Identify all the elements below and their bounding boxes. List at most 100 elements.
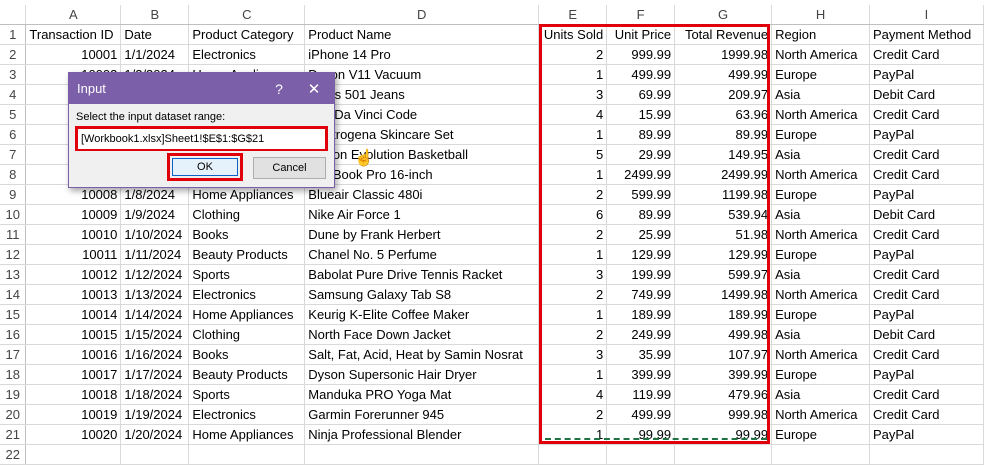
cell[interactable]: 1199.98 [674,184,773,205]
cell[interactable]: Manduka PRO Yoga Mat [304,384,540,405]
row-number[interactable]: 21 [0,424,27,445]
cell[interactable]: Asia [771,204,870,225]
cell[interactable]: Europe [771,424,870,445]
cell[interactable]: 89.99 [674,124,773,145]
row-number[interactable]: 22 [0,444,27,465]
cell[interactable]: 1499.98 [674,284,773,305]
cell[interactable]: PayPal [869,364,984,385]
cell[interactable]: PayPal [869,124,984,145]
cell[interactable]: 1/9/2024 [120,204,190,225]
cell[interactable]: Asia [771,324,870,345]
row-number[interactable]: 18 [0,364,27,385]
cell[interactable]: 107.97 [674,344,773,365]
cell[interactable]: 1/13/2024 [120,284,190,305]
cell[interactable]: 25.99 [606,224,676,245]
cell[interactable]: 10010 [25,224,122,245]
row-number[interactable]: 7 [0,144,27,165]
cell[interactable]: 10020 [25,424,122,445]
cell[interactable]: 10013 [25,284,122,305]
column-header-g[interactable]: G [674,5,773,25]
cell[interactable]: 499.98 [674,324,773,345]
cell[interactable]: Credit Card [869,104,984,125]
cell[interactable]: Credit Card [869,264,984,285]
cell[interactable]: PayPal [869,424,984,445]
row-number[interactable]: 2 [0,44,27,65]
cell[interactable] [674,444,773,465]
cell[interactable]: Credit Card [869,284,984,305]
cell[interactable]: 149.95 [674,144,773,165]
cell[interactable]: 1 [538,244,608,265]
cell[interactable]: Credit Card [869,404,984,425]
cell[interactable]: 599.97 [674,264,773,285]
cell[interactable]: 209.97 [674,84,773,105]
column-header-e[interactable]: E [538,5,608,25]
cell[interactable]: 479.96 [674,384,773,405]
cell[interactable]: Books [188,224,306,245]
cell[interactable]: Electronics [188,284,306,305]
cancel-button[interactable]: Cancel [253,157,326,179]
cell[interactable]: 1 [538,364,608,385]
cell[interactable]: 399.99 [606,364,676,385]
cell[interactable]: 1 [538,304,608,325]
cell[interactable]: PayPal [869,184,984,205]
cell[interactable]: 1 [538,64,608,85]
cell[interactable]: 1/11/2024 [120,244,190,265]
cell[interactable]: Samsung Galaxy Tab S8 [304,284,540,305]
cell[interactable]: 1999.98 [674,44,773,65]
row-number[interactable]: 15 [0,304,27,325]
cell[interactable]: Debit Card [869,204,984,225]
row-number[interactable]: 12 [0,244,27,265]
row-number[interactable]: 16 [0,324,27,345]
column-header-f[interactable]: F [606,5,676,25]
row-number[interactable]: 6 [0,124,27,145]
cell[interactable]: 3 [538,344,608,365]
cell[interactable]: Salt, Fat, Acid, Heat by Samin Nosrat [304,344,540,365]
cell[interactable]: North America [771,284,870,305]
cell[interactable]: Clothing [188,204,306,225]
cell[interactable]: The Da Vinci Code [304,104,540,125]
cell[interactable]: Neutrogena Skincare Set [304,124,540,145]
cell[interactable]: 189.99 [606,304,676,325]
cell[interactable] [771,444,870,465]
cell[interactable]: iPhone 14 Pro [304,44,540,65]
cell[interactable]: Electronics [188,404,306,425]
cell[interactable]: PayPal [869,64,984,85]
cell[interactable]: 10012 [25,264,122,285]
cell[interactable]: 1 [538,424,608,445]
cell[interactable]: 5 [538,144,608,165]
row-number[interactable]: 3 [0,64,27,85]
cell[interactable]: 2 [538,44,608,65]
cell[interactable]: 129.99 [606,244,676,265]
cell[interactable]: 1/17/2024 [120,364,190,385]
cell[interactable] [869,444,984,465]
cell[interactable]: Product Name [304,24,540,45]
cell[interactable] [538,444,608,465]
cell[interactable]: 10014 [25,304,122,325]
cell[interactable]: North Face Down Jacket [304,324,540,345]
column-header-b[interactable]: B [120,5,190,25]
cell[interactable]: 4 [538,104,608,125]
cell[interactable]: 129.99 [674,244,773,265]
cell[interactable]: 4 [538,384,608,405]
cell[interactable]: Europe [771,64,870,85]
cell[interactable]: 119.99 [606,384,676,405]
cell[interactable] [120,444,190,465]
row-number[interactable]: 11 [0,224,27,245]
cell[interactable]: Asia [771,384,870,405]
cell[interactable]: 3 [538,264,608,285]
cell[interactable]: Transaction ID [25,24,122,45]
cell[interactable] [606,444,676,465]
cell[interactable]: Product Category [188,24,306,45]
cell[interactable]: Europe [771,124,870,145]
cell[interactable]: 189.99 [674,304,773,325]
cell[interactable]: Books [188,344,306,365]
column-header-h[interactable]: H [771,5,870,25]
help-icon[interactable]: ? [264,81,294,97]
cell[interactable]: 1/19/2024 [120,404,190,425]
cell[interactable]: Levi's 501 Jeans [304,84,540,105]
cell[interactable]: Debit Card [869,84,984,105]
cell[interactable]: Credit Card [869,44,984,65]
cell[interactable]: Unit Price [606,24,676,45]
cell[interactable]: 199.99 [606,264,676,285]
cell[interactable]: 399.99 [674,364,773,385]
